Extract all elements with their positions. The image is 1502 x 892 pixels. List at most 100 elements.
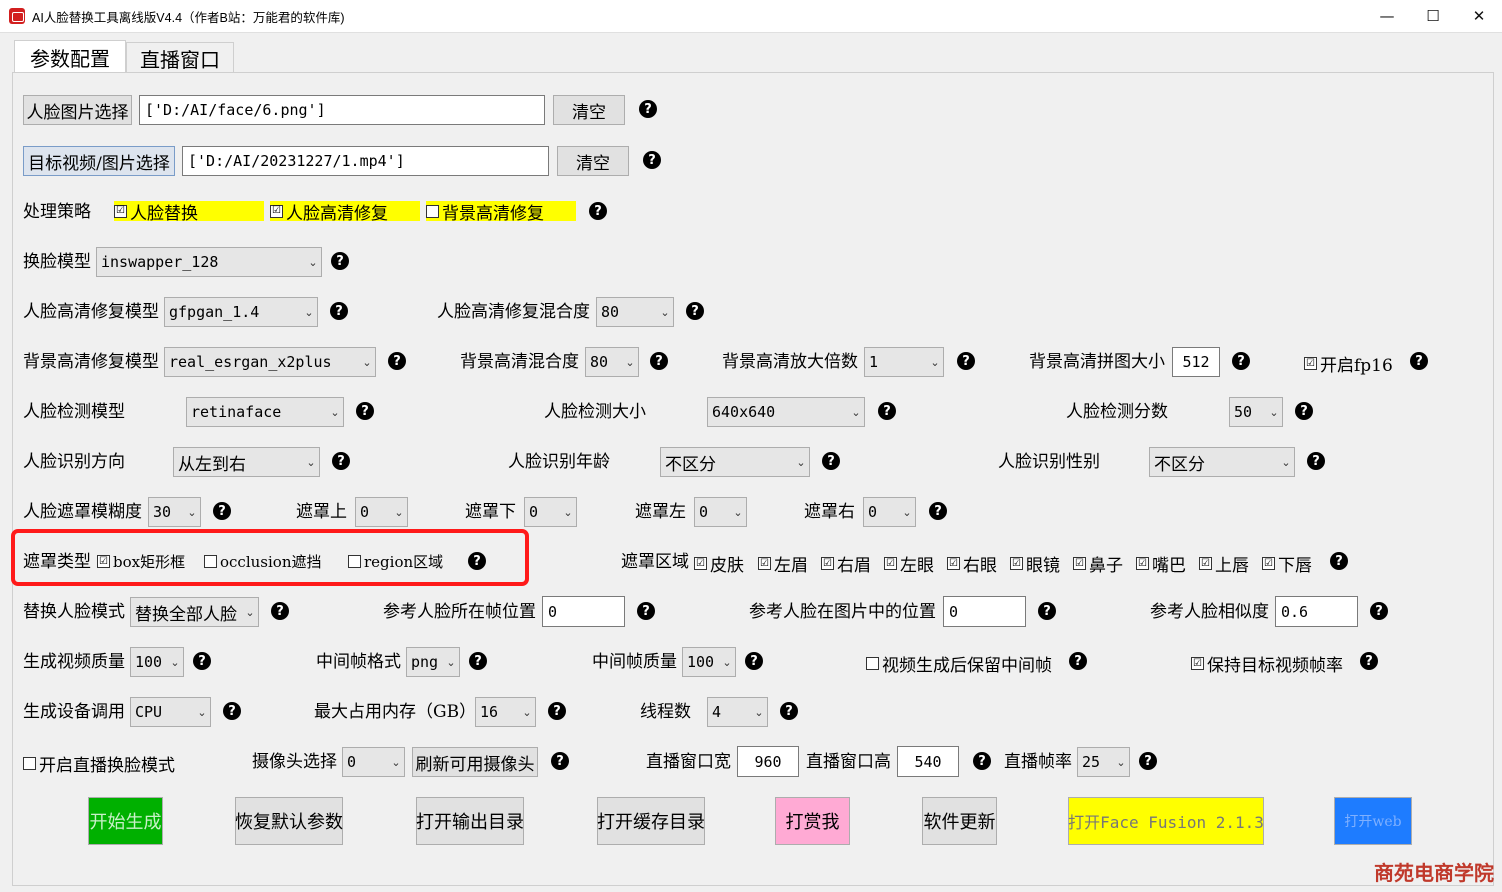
region-left-eye-checkbox[interactable]: ☑ 左眼 <box>884 551 934 576</box>
open-web-button[interactable]: 打开web <box>1334 797 1412 845</box>
help-icon[interactable]: ? <box>551 752 569 770</box>
mask-left-select[interactable]: 0 ⌄ <box>694 497 747 527</box>
help-icon[interactable]: ? <box>332 452 350 470</box>
help-icon[interactable]: ? <box>1410 352 1428 370</box>
open-facefusion-button[interactable]: 打开Face Fusion 2.1.3 <box>1068 797 1264 845</box>
recog-direction-select[interactable]: 从左到右 ⌄ <box>173 447 320 477</box>
help-icon[interactable]: ? <box>780 702 798 720</box>
keep-frames-checkbox[interactable]: 视频生成后保留中间帧 <box>866 651 1052 676</box>
detect-model-select[interactable]: retinaface ⌄ <box>186 397 344 427</box>
region-right-eye-checkbox[interactable]: ☑ 右眼 <box>947 551 997 576</box>
help-icon[interactable]: ? <box>213 502 231 520</box>
target-select-button[interactable]: 目标视频/图片选择 <box>23 146 175 176</box>
help-icon[interactable]: ? <box>271 602 289 620</box>
mask-blur-select[interactable]: 30 ⌄ <box>148 497 201 527</box>
start-button[interactable]: 开始生成 <box>88 797 163 845</box>
help-icon[interactable]: ? <box>1360 652 1378 670</box>
refresh-camera-button[interactable]: 刷新可用摄像头 <box>412 747 538 777</box>
face-enhance-model-select[interactable]: gfpgan_1.4 ⌄ <box>164 297 318 327</box>
help-icon[interactable]: ? <box>356 402 374 420</box>
help-icon[interactable]: ? <box>1370 602 1388 620</box>
ref-frame-field[interactable]: 0 <box>542 596 625 627</box>
maximize-button[interactable]: ☐ <box>1410 0 1456 32</box>
help-icon[interactable]: ? <box>1295 402 1313 420</box>
open-cache-button[interactable]: 打开缓存目录 <box>597 797 705 845</box>
replace-mode-select[interactable]: 替换全部人脸 ⌄ <box>130 597 259 627</box>
help-icon[interactable]: ? <box>650 352 668 370</box>
tip-button[interactable]: 打赏我 <box>775 797 850 845</box>
help-icon[interactable]: ? <box>686 302 704 320</box>
mask-top-select[interactable]: 0 ⌄ <box>355 497 408 527</box>
region-upper-lip-checkbox[interactable]: ☑ 上唇 <box>1199 551 1249 576</box>
video-quality-select[interactable]: 100 ⌄ <box>130 647 184 677</box>
target-clear-button[interactable]: 清空 <box>557 146 629 176</box>
face-enhance-checkbox[interactable]: ☑ 人脸高清修复 <box>270 201 420 224</box>
help-icon[interactable]: ? <box>745 652 763 670</box>
detect-size-select[interactable]: 640x640 ⌄ <box>707 397 865 427</box>
bg-enhance-checkbox[interactable]: 背景高清修复 <box>426 201 576 224</box>
face-enhance-blend-select[interactable]: 80 ⌄ <box>596 297 674 327</box>
help-icon[interactable]: ? <box>822 452 840 470</box>
help-icon[interactable]: ? <box>468 552 486 570</box>
tab-live[interactable]: 直播窗口 <box>126 42 234 73</box>
region-nose-checkbox[interactable]: ☑ 鼻子 <box>1073 551 1123 576</box>
reset-defaults-button[interactable]: 恢复默认参数 <box>235 797 343 845</box>
region-mouth-checkbox[interactable]: ☑ 嘴巴 <box>1136 551 1186 576</box>
bg-scale-select[interactable]: 1 ⌄ <box>864 347 944 377</box>
help-icon[interactable]: ? <box>193 652 211 670</box>
minimize-button[interactable]: — <box>1364 0 1410 32</box>
live-fps-select[interactable]: 25 ⌄ <box>1077 747 1130 777</box>
help-icon[interactable]: ? <box>589 202 607 220</box>
mask-occlusion-checkbox[interactable]: occlusion遮挡 <box>204 551 321 572</box>
region-skin-checkbox[interactable]: ☑ 皮肤 <box>694 551 744 576</box>
mask-box-checkbox[interactable]: ☑ box矩形框 <box>97 551 185 572</box>
recog-age-select[interactable]: 不区分 ⌄ <box>660 447 810 477</box>
device-select[interactable]: CPU ⌄ <box>130 697 211 727</box>
fp16-checkbox[interactable]: ☑ 开启fp16 <box>1304 351 1393 376</box>
frame-format-select[interactable]: png ⌄ <box>406 647 460 677</box>
help-icon[interactable]: ? <box>548 702 566 720</box>
threads-select[interactable]: 4 ⌄ <box>707 697 768 727</box>
help-icon[interactable]: ? <box>330 302 348 320</box>
live-width-field[interactable]: 960 <box>737 746 799 777</box>
bg-tile-field[interactable]: 512 <box>1172 347 1220 377</box>
target-path-field[interactable]: ['D:/AI/20231227/1.mp4'] <box>182 146 549 176</box>
help-icon[interactable]: ? <box>878 402 896 420</box>
max-memory-select[interactable]: 16 ⌄ <box>475 697 536 727</box>
help-icon[interactable]: ? <box>1069 652 1087 670</box>
face-image-select-button[interactable]: 人脸图片选择 <box>23 95 132 125</box>
help-icon[interactable]: ? <box>469 652 487 670</box>
close-button[interactable]: ✕ <box>1456 0 1502 32</box>
region-lower-lip-checkbox[interactable]: ☑ 下唇 <box>1262 551 1312 576</box>
mask-bottom-select[interactable]: 0 ⌄ <box>524 497 577 527</box>
frame-quality-select[interactable]: 100 ⌄ <box>682 647 736 677</box>
help-icon[interactable]: ? <box>639 100 657 118</box>
face-clear-button[interactable]: 清空 <box>553 95 625 125</box>
region-left-brow-checkbox[interactable]: ☑ 左眉 <box>758 551 808 576</box>
tab-params[interactable]: 参数配置 <box>14 40 126 73</box>
swap-model-select[interactable]: inswapper_128 ⌄ <box>96 247 322 277</box>
help-icon[interactable]: ? <box>1330 552 1348 570</box>
help-icon[interactable]: ? <box>643 151 661 169</box>
help-icon[interactable]: ? <box>1139 752 1157 770</box>
open-output-button[interactable]: 打开输出目录 <box>416 797 524 845</box>
help-icon[interactable]: ? <box>973 752 991 770</box>
help-icon[interactable]: ? <box>957 352 975 370</box>
keep-fps-checkbox[interactable]: ☑ 保持目标视频帧率 <box>1191 651 1343 676</box>
help-icon[interactable]: ? <box>1038 602 1056 620</box>
help-icon[interactable]: ? <box>388 352 406 370</box>
face-swap-checkbox[interactable]: ☑ 人脸替换 <box>114 201 264 224</box>
bg-enhance-model-select[interactable]: real_esrgan_x2plus ⌄ <box>164 347 376 377</box>
ref-similarity-field[interactable]: 0.6 <box>1275 596 1358 627</box>
mask-region-checkbox[interactable]: region区域 <box>348 551 443 572</box>
bg-enhance-blend-select[interactable]: 80 ⌄ <box>585 347 639 377</box>
help-icon[interactable]: ? <box>223 702 241 720</box>
help-icon[interactable]: ? <box>637 602 655 620</box>
ref-position-field[interactable]: 0 <box>943 596 1026 627</box>
live-mode-checkbox[interactable]: 开启直播换脸模式 <box>23 751 175 776</box>
region-right-brow-checkbox[interactable]: ☑ 右眉 <box>821 551 871 576</box>
recog-gender-select[interactable]: 不区分 ⌄ <box>1149 447 1295 477</box>
region-glasses-checkbox[interactable]: ☑ 眼镜 <box>1010 551 1060 576</box>
camera-select[interactable]: 0 ⌄ <box>342 747 405 777</box>
help-icon[interactable]: ? <box>1232 352 1250 370</box>
